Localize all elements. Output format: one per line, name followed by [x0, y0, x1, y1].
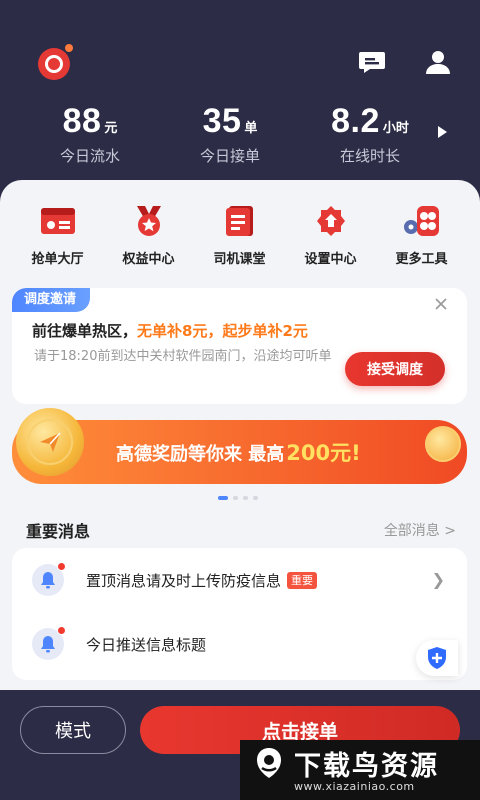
- order-hall-icon: [40, 208, 75, 234]
- important-tag: 重要: [287, 572, 318, 589]
- tool-label: 更多工具: [395, 252, 448, 267]
- stat-label: 今日接单: [199, 147, 260, 165]
- chevron-right-icon: ❯: [431, 570, 445, 589]
- accept-dispatch-button[interactable]: 接受调度: [345, 352, 445, 386]
- close-icon[interactable]: [433, 296, 449, 312]
- dispatch-title-prefix: 前往爆单热区，: [32, 322, 138, 340]
- all-messages-link[interactable]: 全部消息 >: [384, 520, 456, 540]
- dispatch-description: 请于18:20前到达中关村软件园南门，沿途均可听单: [34, 349, 332, 364]
- messages-title: 重要消息: [26, 522, 91, 541]
- tool-label: 司机课堂: [213, 252, 266, 267]
- bell-icon: [32, 626, 66, 660]
- bell-icon: [32, 562, 66, 596]
- carousel-indicator: [218, 496, 258, 500]
- stat-value: 35: [202, 102, 242, 140]
- message-icon[interactable]: [358, 50, 386, 74]
- stat-value: 8.2: [331, 102, 380, 140]
- watermark-url: www.xiazainiao.com: [294, 780, 415, 793]
- stat-unit: 小时: [382, 121, 409, 136]
- shield-icon: [428, 647, 446, 669]
- tool-settings[interactable]: 设置中心: [285, 204, 376, 278]
- list-item[interactable]: 置顶消息请及时上传防疫信息 重要 ❯: [12, 548, 467, 612]
- header: 88 元 今日流水 35 单 今日接单 8.2 小时 在线时长: [0, 0, 480, 200]
- coin-icon: [16, 408, 84, 476]
- tool-order-hall[interactable]: 抢单大厅: [12, 204, 103, 278]
- banner-text: 高德奖励等你来 最高200元!: [116, 437, 361, 467]
- stat-unit: 单: [244, 121, 258, 136]
- app-logo-icon: [38, 44, 73, 80]
- message-text: 今日推送信息标题: [86, 634, 206, 655]
- tool-label: 设置中心: [304, 252, 357, 267]
- watermark-title: 下载鸟资源: [294, 751, 439, 782]
- mode-button[interactable]: 模式: [20, 706, 126, 754]
- stat-value: 88: [62, 102, 102, 140]
- messages-card: 置顶消息请及时上传防疫信息 重要 ❯ 今日推送信息标题: [12, 548, 467, 680]
- user-icon[interactable]: [424, 48, 452, 76]
- list-item[interactable]: 今日推送信息标题: [12, 612, 467, 676]
- reward-banner[interactable]: 高德奖励等你来 最高200元!: [12, 408, 467, 484]
- stat-label: 在线时长: [339, 147, 400, 165]
- message-text: 置顶消息请及时上传防疫信息 重要: [86, 570, 318, 591]
- settings-icon: [316, 206, 345, 236]
- dispatch-title-highlight: 无单补8元，起步单补2元: [137, 322, 308, 340]
- stat-unit: 元: [104, 121, 118, 136]
- tool-label: 权益中心: [122, 252, 175, 267]
- banner-amount: 200元!: [286, 441, 361, 465]
- safety-shield-button[interactable]: [416, 640, 458, 676]
- stat-online-hours: 8.2 小时 在线时长: [300, 102, 440, 166]
- message-title: 今日推送信息标题: [86, 636, 207, 654]
- content-sheet: 抢单大厅 权益中心 司机课堂 设置中心 更多工具 调度邀请 前往爆单热区，无单补…: [0, 180, 480, 700]
- banner-headline: 高德奖励等你来 最高: [116, 444, 285, 465]
- tool-driver-class[interactable]: 司机课堂: [194, 204, 285, 278]
- coin-small-icon: [425, 426, 461, 462]
- stat-label: 今日流水: [59, 147, 120, 165]
- more-tools-icon: [403, 206, 439, 236]
- tool-more[interactable]: 更多工具: [376, 204, 467, 278]
- book-icon: [225, 206, 253, 236]
- play-arrow-icon[interactable]: [438, 126, 447, 138]
- medal-icon: [136, 206, 161, 236]
- message-title: 置顶消息请及时上传防疫信息: [86, 572, 282, 590]
- dispatch-title: 前往爆单热区，无单补8元，起步单补2元: [32, 320, 308, 341]
- dispatch-badge: 调度邀请: [12, 288, 91, 312]
- stat-today-income: 88 元 今日流水: [20, 102, 160, 166]
- bird-logo-icon: [257, 748, 281, 778]
- tool-benefits[interactable]: 权益中心: [103, 204, 194, 278]
- watermark: 下载鸟资源 www.xiazainiao.com: [240, 740, 480, 800]
- stat-today-orders: 35 单 今日接单: [160, 102, 300, 166]
- dispatch-card: 调度邀请 前往爆单热区，无单补8元，起步单补2元 请于18:20前到达中关村软件…: [12, 288, 467, 404]
- tool-label: 抢单大厅: [31, 252, 84, 267]
- tool-grid: 抢单大厅 权益中心 司机课堂 设置中心 更多工具: [12, 204, 468, 278]
